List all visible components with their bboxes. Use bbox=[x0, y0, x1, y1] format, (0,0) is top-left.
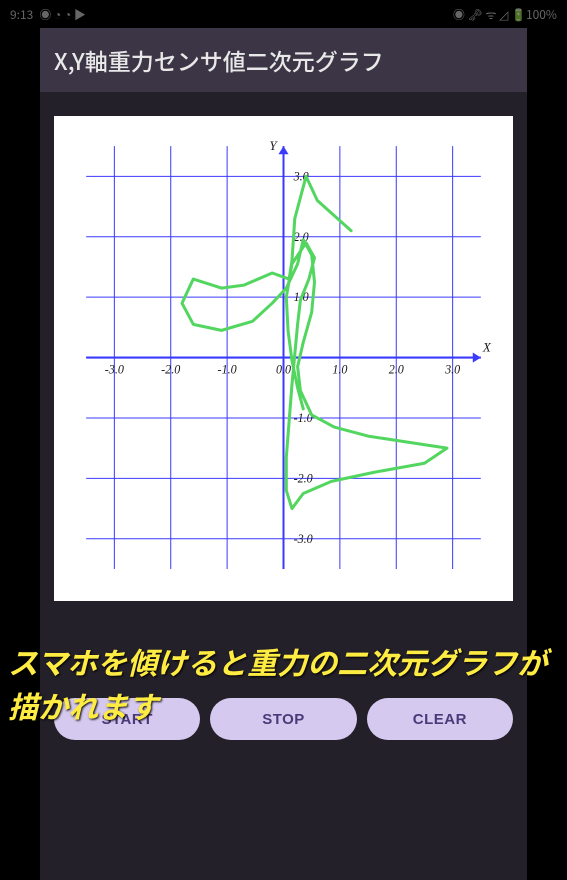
svg-text:-1.0: -1.0 bbox=[218, 363, 237, 377]
svg-text:-3.0: -3.0 bbox=[105, 363, 124, 377]
svg-text:2.0: 2.0 bbox=[389, 363, 404, 377]
phone-frame: 9:13 ◉ ◔ ◔ ▶ ◉ 🗝 ᯤ ◿ 🔋100% X,Y軸重力センサ値二次元… bbox=[0, 0, 567, 880]
android-status-bar: 9:13 ◉ ◔ ◔ ▶ ◉ 🗝 ᯤ ◿ 🔋100% bbox=[0, 0, 567, 28]
svg-text:X: X bbox=[482, 340, 492, 355]
gravity-chart: -3.0-2.0-1.00.01.02.03.0-3.0-2.0-1.01.02… bbox=[62, 126, 505, 589]
svg-text:1.0: 1.0 bbox=[332, 363, 347, 377]
status-left-icons: ◉ ◔ ◔ ▶ bbox=[39, 6, 86, 23]
overlay-caption: スマホを傾けると重力の二次元グラフが描かれます bbox=[8, 640, 559, 727]
svg-text:0.0: 0.0 bbox=[276, 363, 291, 377]
app-title: X,Y軸重力センサ値二次元グラフ bbox=[54, 43, 384, 77]
svg-text:-3.0: -3.0 bbox=[294, 532, 313, 546]
status-right-icons: ◉ 🗝 ᯤ ◿ 🔋100% bbox=[453, 6, 557, 23]
svg-text:Y: Y bbox=[269, 138, 278, 153]
app-title-bar: X,Y軸重力センサ値二次元グラフ bbox=[40, 28, 527, 92]
svg-text:-2.0: -2.0 bbox=[294, 471, 313, 485]
app-window: X,Y軸重力センサ値二次元グラフ -3.0 -2.0 -1.0 0.0 1.0 2.0 3.… bbox=[40, 28, 527, 880]
chart-card: -3.0-2.0-1.00.01.02.03.0-3.0-2.0-1.01.02… bbox=[54, 116, 513, 601]
status-time: 9:13 bbox=[10, 6, 33, 23]
svg-text:-2.0: -2.0 bbox=[161, 363, 180, 377]
svg-text:3.0: 3.0 bbox=[444, 363, 460, 377]
